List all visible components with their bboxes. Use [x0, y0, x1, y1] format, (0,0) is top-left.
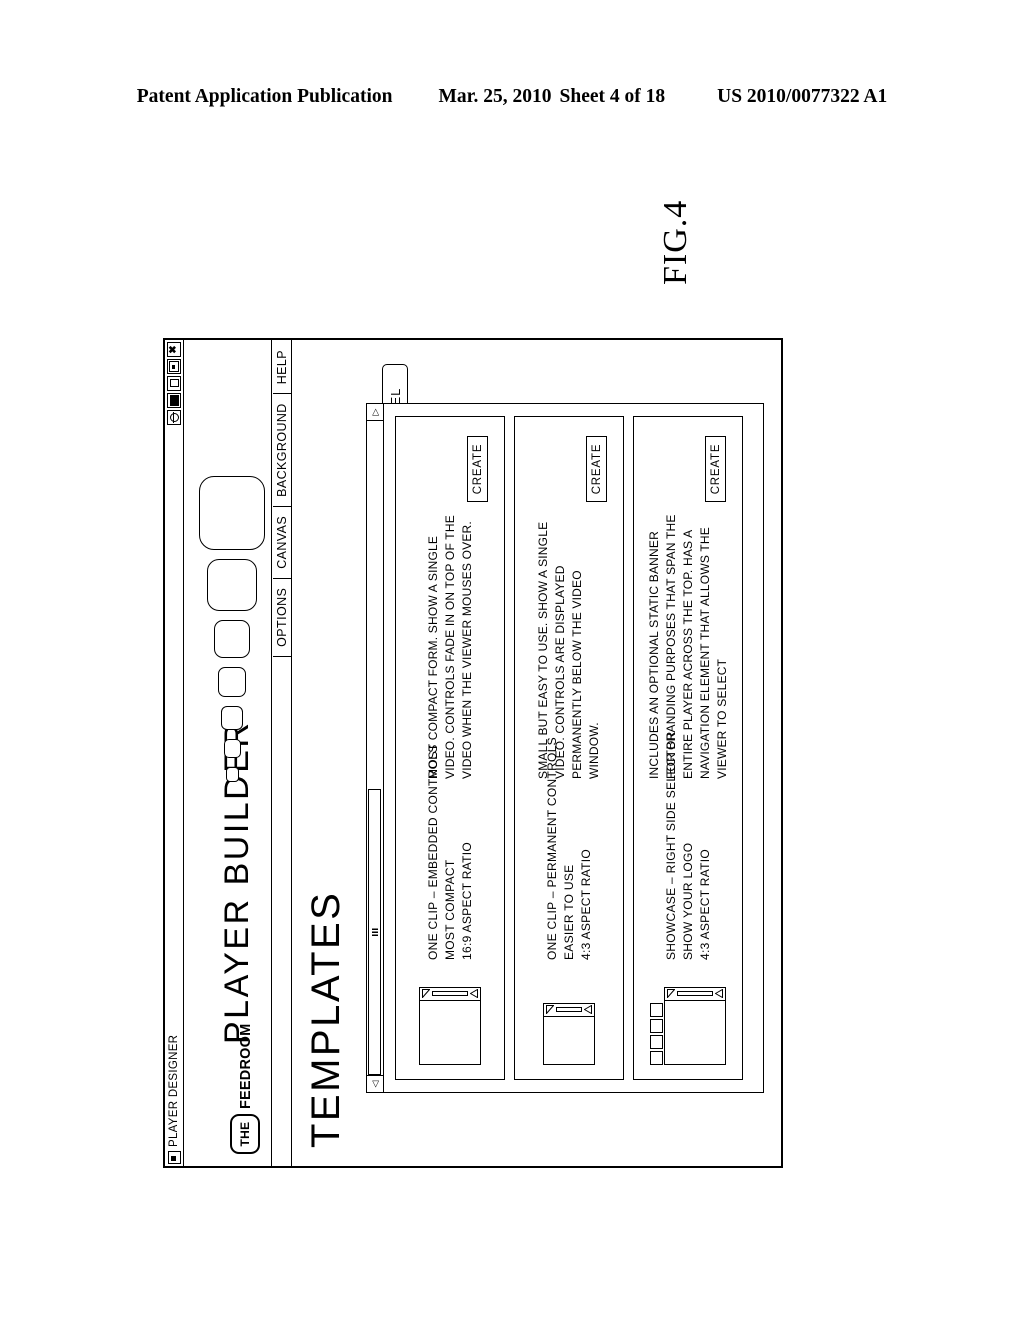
template-action-area: CREATE — [402, 427, 498, 511]
scroll-right-arrow-icon[interactable]: ▷ — [367, 404, 383, 421]
menu-item-options[interactable]: OPTIONS — [272, 577, 291, 657]
feedroom-logo-badge: THE — [230, 1114, 260, 1154]
template-card[interactable]: ONE CLIP – PERMANENT CONTROLS EASIER TO … — [514, 416, 624, 1080]
help-icon[interactable] — [167, 410, 181, 425]
template-description: SMALL BUT EASY TO USE. SHOW A SINGLE VID… — [536, 521, 601, 779]
preview-resize-icon — [546, 1005, 554, 1015]
preview-video-area — [420, 1001, 480, 1064]
preview-video-area — [544, 1017, 594, 1064]
template-card[interactable]: ONE CLIP – EMBEDDED CONTROLS MOST COMPAC… — [395, 416, 505, 1080]
application-icon — [167, 1151, 181, 1164]
page-title: TEMPLATES — [304, 890, 348, 1148]
create-button[interactable]: CREATE — [586, 436, 607, 502]
patent-date-label: Mar. 25, 2010 — [438, 86, 552, 107]
menu-item-help[interactable]: HELP — [273, 346, 291, 393]
preview-progress-bar — [556, 1007, 582, 1013]
template-title: ONE CLIP – PERMANENT CONTROLS — [544, 737, 559, 960]
rounded-shape-2-icon — [223, 739, 241, 758]
template-card-list: ONE CLIP – EMBEDDED CONTROLS MOST COMPAC… — [384, 404, 754, 1092]
maximize-icon[interactable] — [167, 359, 181, 374]
preview-video-area — [665, 1001, 725, 1064]
template-action-area: CREATE — [521, 427, 617, 511]
template-title: SHOWCASE – RIGHT SIDE SELECTOR — [663, 731, 678, 960]
patent-sheet-label: Sheet 4 of 18 — [559, 86, 666, 107]
template-aspect: 4:3 ASPECT RATIO — [697, 848, 712, 960]
page-body: TEMPLATES CANCEL ◁ ▷ — [292, 340, 782, 1166]
template-action-area: CREATE — [640, 427, 736, 511]
preview-play-icon — [715, 989, 723, 999]
template-description-wrap: INCLUDES AN OPTIONAL STATIC BANNER FOR B… — [646, 511, 731, 785]
window-controls: ✖ — [167, 342, 181, 425]
horizontal-scrollbar[interactable]: ◁ ▷ — [367, 404, 384, 1092]
menu-bar: OPTIONS CANVAS BACKGROUND HELP — [272, 340, 292, 1166]
patent-publication-label: Patent Application Publication — [136, 86, 393, 107]
template-card[interactable]: SHOWCASE – RIGHT SIDE SELECTOR SHOW YOUR… — [633, 416, 743, 1080]
preview-control-bar — [420, 988, 480, 1001]
template-card-text: ONE CLIP – PERMANENT CONTROLS EASIER TO … — [521, 511, 617, 974]
rounded-shape-3-icon — [221, 706, 243, 730]
player-preview-icon — [543, 1003, 595, 1065]
menu-item-background[interactable]: BACKGROUND — [272, 393, 291, 506]
preview-progress-bar — [677, 991, 713, 997]
patent-running-header: Patent Application Publication Mar. 25, … — [0, 86, 1024, 108]
template-subtitle: EASIER TO USE — [561, 864, 576, 961]
player-preview-icon — [419, 987, 481, 1065]
rounded-shape-6-icon — [207, 559, 257, 611]
menu-item-canvas[interactable]: CANVAS — [272, 505, 291, 578]
create-button[interactable]: CREATE — [705, 436, 726, 502]
rounded-shape-7-icon — [199, 476, 265, 550]
brand-band: THE FEEDROOM PLAYER BUILDER — [184, 340, 272, 1166]
selector-box-1-icon — [650, 1051, 663, 1065]
close-icon[interactable]: ✖ — [167, 342, 181, 357]
template-card-text: SHOWCASE – RIGHT SIDE SELECTOR SHOW YOUR… — [640, 511, 736, 974]
template-title: ONE CLIP – EMBEDDED CONTROLS — [425, 744, 440, 960]
rounded-shape-4-icon — [218, 667, 246, 697]
rounded-shape-1-icon — [225, 767, 239, 782]
selector-box-2-icon — [650, 1035, 663, 1049]
template-description: INCLUDES AN OPTIONAL STATIC BANNER FOR B… — [646, 514, 729, 779]
preview-play-icon — [584, 1005, 592, 1015]
rounded-shape-5-icon — [214, 620, 250, 658]
template-card-text: ONE CLIP – EMBEDDED CONTROLS MOST COMPAC… — [402, 511, 498, 974]
selector-box-3-icon — [650, 1019, 663, 1033]
preview-play-icon — [470, 989, 478, 999]
preview-resize-icon — [422, 989, 430, 999]
logo-badge-text: THE — [238, 1121, 252, 1147]
template-subtitle: MOST COMPACT — [442, 859, 457, 961]
preview-control-bar — [665, 988, 725, 1001]
template-description: MOST COMPACT FORM. SHOW A SINGLE VIDEO. … — [425, 515, 474, 779]
preview-control-bar — [544, 1004, 594, 1017]
decorative-shape-row — [196, 476, 268, 782]
camera-icon[interactable] — [167, 393, 181, 408]
template-description-wrap: MOST COMPACT FORM. SHOW A SINGLE VIDEO. … — [425, 511, 476, 785]
minimize-icon[interactable] — [167, 376, 181, 391]
preview-banner-selector — [650, 1003, 663, 1065]
selector-box-4-icon — [650, 1003, 663, 1017]
patent-number-label: US 2010/0077322 A1 — [717, 86, 888, 107]
preview-resize-icon — [667, 989, 675, 999]
player-designer-window: PLAYER DESIGNER ✖ THE FEEDROOM PLAYER BU… — [163, 338, 783, 1168]
scrollbar-track[interactable] — [367, 421, 383, 1075]
template-thumbnail — [402, 974, 498, 1069]
player-preview-icon — [664, 987, 726, 1065]
figure-label: FIG.4 — [657, 199, 694, 285]
preview-progress-bar — [432, 991, 468, 997]
window-title: PLAYER DESIGNER — [168, 1034, 180, 1147]
template-headings: SHOWCASE – RIGHT SIDE SELECTOR SHOW YOUR… — [663, 731, 714, 960]
template-headings: ONE CLIP – PERMANENT CONTROLS EASIER TO … — [544, 737, 595, 961]
templates-panel: ◁ ▷ ONE CLIP – EMBEDDED CONTROLS MOST CO… — [366, 403, 764, 1093]
template-headings: ONE CLIP – EMBEDDED CONTROLS MOST COMPAC… — [425, 744, 476, 961]
figure-stage: FIG.4 PLAYER DESIGNER ✖ THE FEEDROOM PLA… — [97, 130, 927, 1190]
scrollbar-grip-icon — [371, 927, 378, 937]
create-button[interactable]: CREATE — [467, 436, 488, 502]
window-title-bar: PLAYER DESIGNER ✖ — [165, 340, 184, 1166]
template-aspect: 16:9 ASPECT RATIO — [459, 841, 474, 960]
scrollbar-thumb[interactable] — [368, 789, 381, 1075]
template-thumbnail — [521, 974, 617, 1069]
template-subtitle: SHOW YOUR LOGO — [680, 842, 695, 960]
scroll-left-arrow-icon[interactable]: ◁ — [367, 1075, 383, 1092]
template-thumbnail — [640, 974, 736, 1069]
template-aspect: 4:3 ASPECT RATIO — [578, 848, 593, 960]
template-description-wrap: SMALL BUT EASY TO USE. SHOW A SINGLE VID… — [535, 511, 603, 785]
